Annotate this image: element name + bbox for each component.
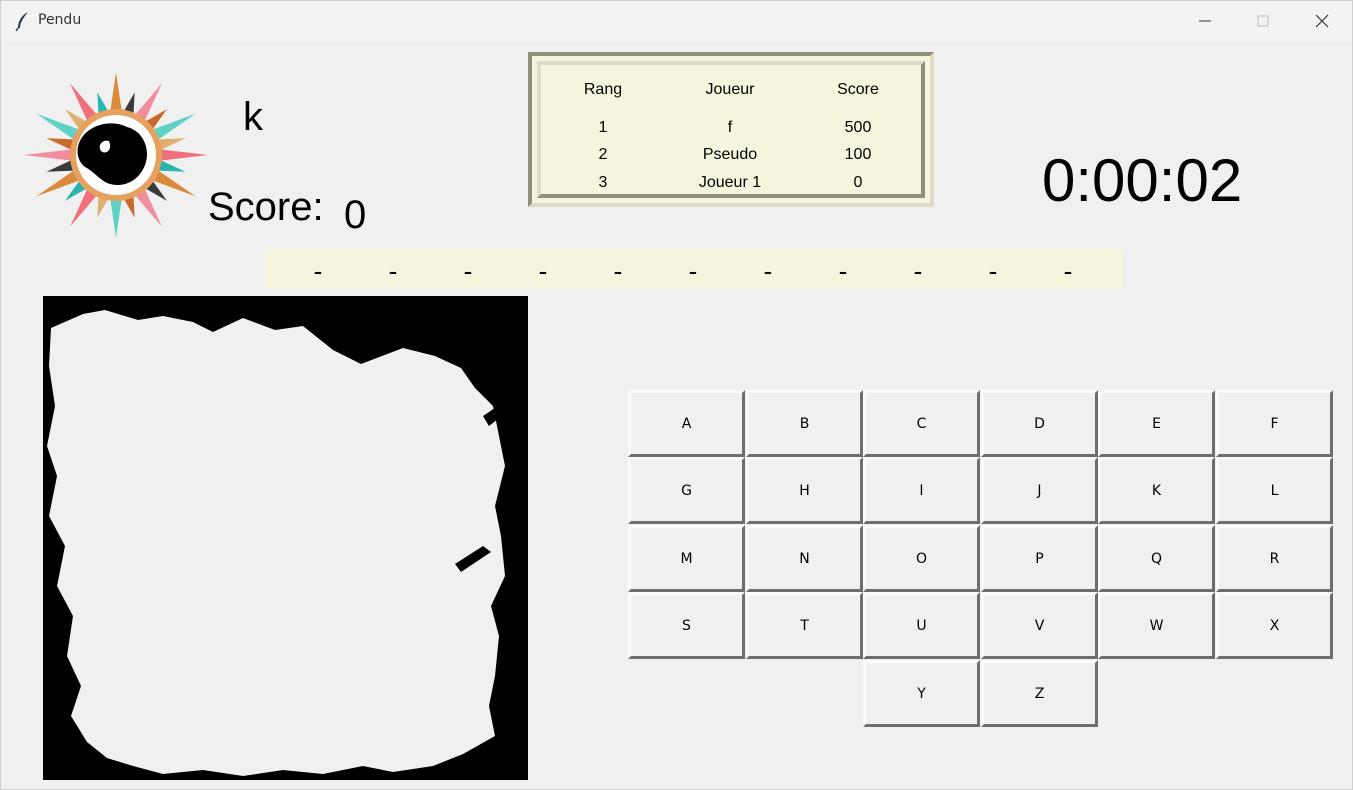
hangman-canvas-inner [47,310,505,776]
key-a[interactable]: A [628,390,745,457]
leaderboard-player: Joueur 1 [698,174,762,191]
key-m[interactable]: M [628,525,745,592]
key-l[interactable]: L [1216,457,1333,524]
key-p[interactable]: P [981,525,1098,592]
word-letter-slot: - [763,256,773,286]
leaderboard-header-player: Joueur [705,81,755,98]
leaderboard-header-rank: Rang [583,81,623,98]
key-v[interactable]: V [981,592,1098,659]
word-letter-slot: - [1063,256,1073,286]
key-d[interactable]: D [981,390,1098,457]
word-letter-slot: - [463,256,473,286]
leaderboard-header-score: Score [837,81,879,98]
hidden-word: - - - - - - - - - - - [265,249,1123,289]
window-title: Pendu [38,12,82,28]
key-f[interactable]: F [1216,390,1333,457]
key-k[interactable]: K [1098,457,1215,524]
key-y[interactable]: Y [863,660,980,727]
key-c[interactable]: C [863,390,980,457]
leaderboard-score: 0 [853,174,863,191]
leaderboard: Rang Joueur Score 1 f 500 2 Pseudo 100 3… [528,52,934,207]
maximize-button[interactable] [1242,7,1286,35]
leaderboard-rank: 3 [598,174,608,191]
leaderboard-player: Pseudo [702,146,758,163]
score-label: Score: [208,185,324,229]
word-letter-slot: - [838,256,848,286]
word-letter-slot: - [388,256,398,286]
leaderboard-score: 100 [844,146,872,163]
word-letter-slot: - [313,256,323,286]
word-letter-slot: - [538,256,548,286]
key-u[interactable]: U [863,592,980,659]
key-x[interactable]: X [1216,592,1333,659]
leaderboard-rank: 1 [598,119,608,136]
maximize-icon [1257,15,1269,27]
close-button[interactable] [1301,7,1345,35]
title-bar: Pendu [1,1,1352,41]
key-j[interactable]: J [981,457,1098,524]
leaderboard-inner: Rang Joueur Score 1 f 500 2 Pseudo 100 3… [537,61,925,198]
minimize-button[interactable] [1184,7,1228,35]
key-q[interactable]: Q [1098,525,1215,592]
word-letter-slot: - [913,256,923,286]
feather-icon [15,11,31,32]
game-timer: 0:00:02 [1042,147,1243,214]
score-value: 0 [344,193,367,237]
key-w[interactable]: W [1098,592,1215,659]
key-t[interactable]: T [746,592,863,659]
key-b[interactable]: B [746,390,863,457]
key-r[interactable]: R [1216,525,1333,592]
word-letter-slot: - [613,256,623,286]
key-n[interactable]: N [746,525,863,592]
word-letter-slot: - [688,256,698,286]
logo-ray [157,148,208,162]
key-s[interactable]: S [628,592,745,659]
player-name: k [243,95,263,139]
leaderboard-player: f [727,119,733,136]
key-z[interactable]: Z [981,660,1098,727]
key-i[interactable]: I [863,457,980,524]
leaderboard-score: 500 [844,119,872,136]
close-icon [1315,14,1329,28]
hangman-canvas [43,296,528,780]
word-letter-slot: - [988,256,998,286]
minimize-icon [1199,20,1211,22]
logo-ray [24,148,75,162]
key-o[interactable]: O [863,525,980,592]
key-e[interactable]: E [1098,390,1215,457]
leaderboard-rank: 2 [598,146,608,163]
game-logo [19,69,214,241]
key-g[interactable]: G [628,457,745,524]
app-window: Pendu k Score: 0 Rang Joueur Score 1 f 5… [0,0,1353,790]
key-h[interactable]: H [746,457,863,524]
